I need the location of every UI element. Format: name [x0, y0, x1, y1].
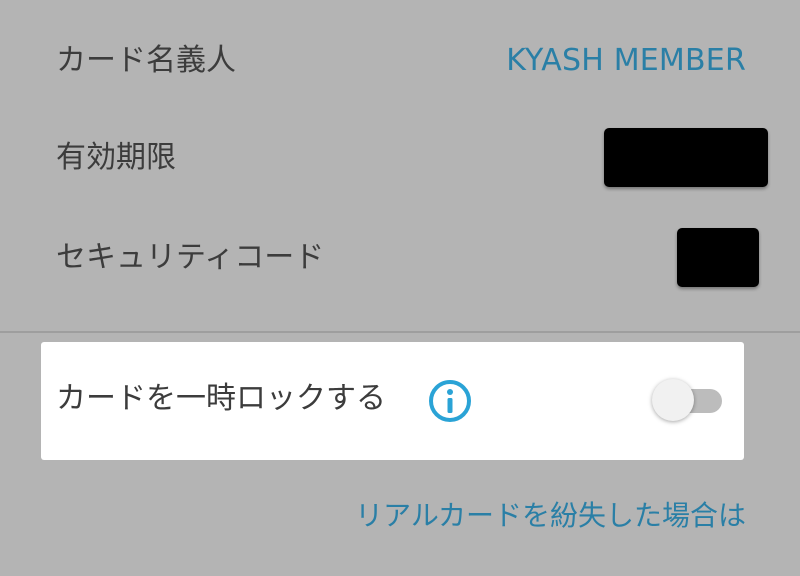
card-holder-value: KYASH MEMBER	[506, 43, 746, 78]
security-code-label: セキュリティコード	[56, 240, 325, 275]
security-code-redaction	[677, 228, 759, 287]
lost-card-link[interactable]: リアルカードを紛失した場合は	[355, 502, 746, 530]
expiry-redaction	[604, 128, 768, 187]
info-icon[interactable]	[428, 379, 472, 423]
lock-toggle[interactable]	[650, 377, 726, 423]
lock-card-panel: カードを一時ロックする	[41, 342, 744, 460]
section-divider	[0, 331, 800, 333]
expiry-label: 有効期限	[56, 140, 176, 175]
lock-card-label: カードを一時ロックする	[56, 381, 386, 416]
card-holder-label: カード名義人	[56, 43, 236, 78]
lock-toggle-thumb	[652, 379, 694, 421]
